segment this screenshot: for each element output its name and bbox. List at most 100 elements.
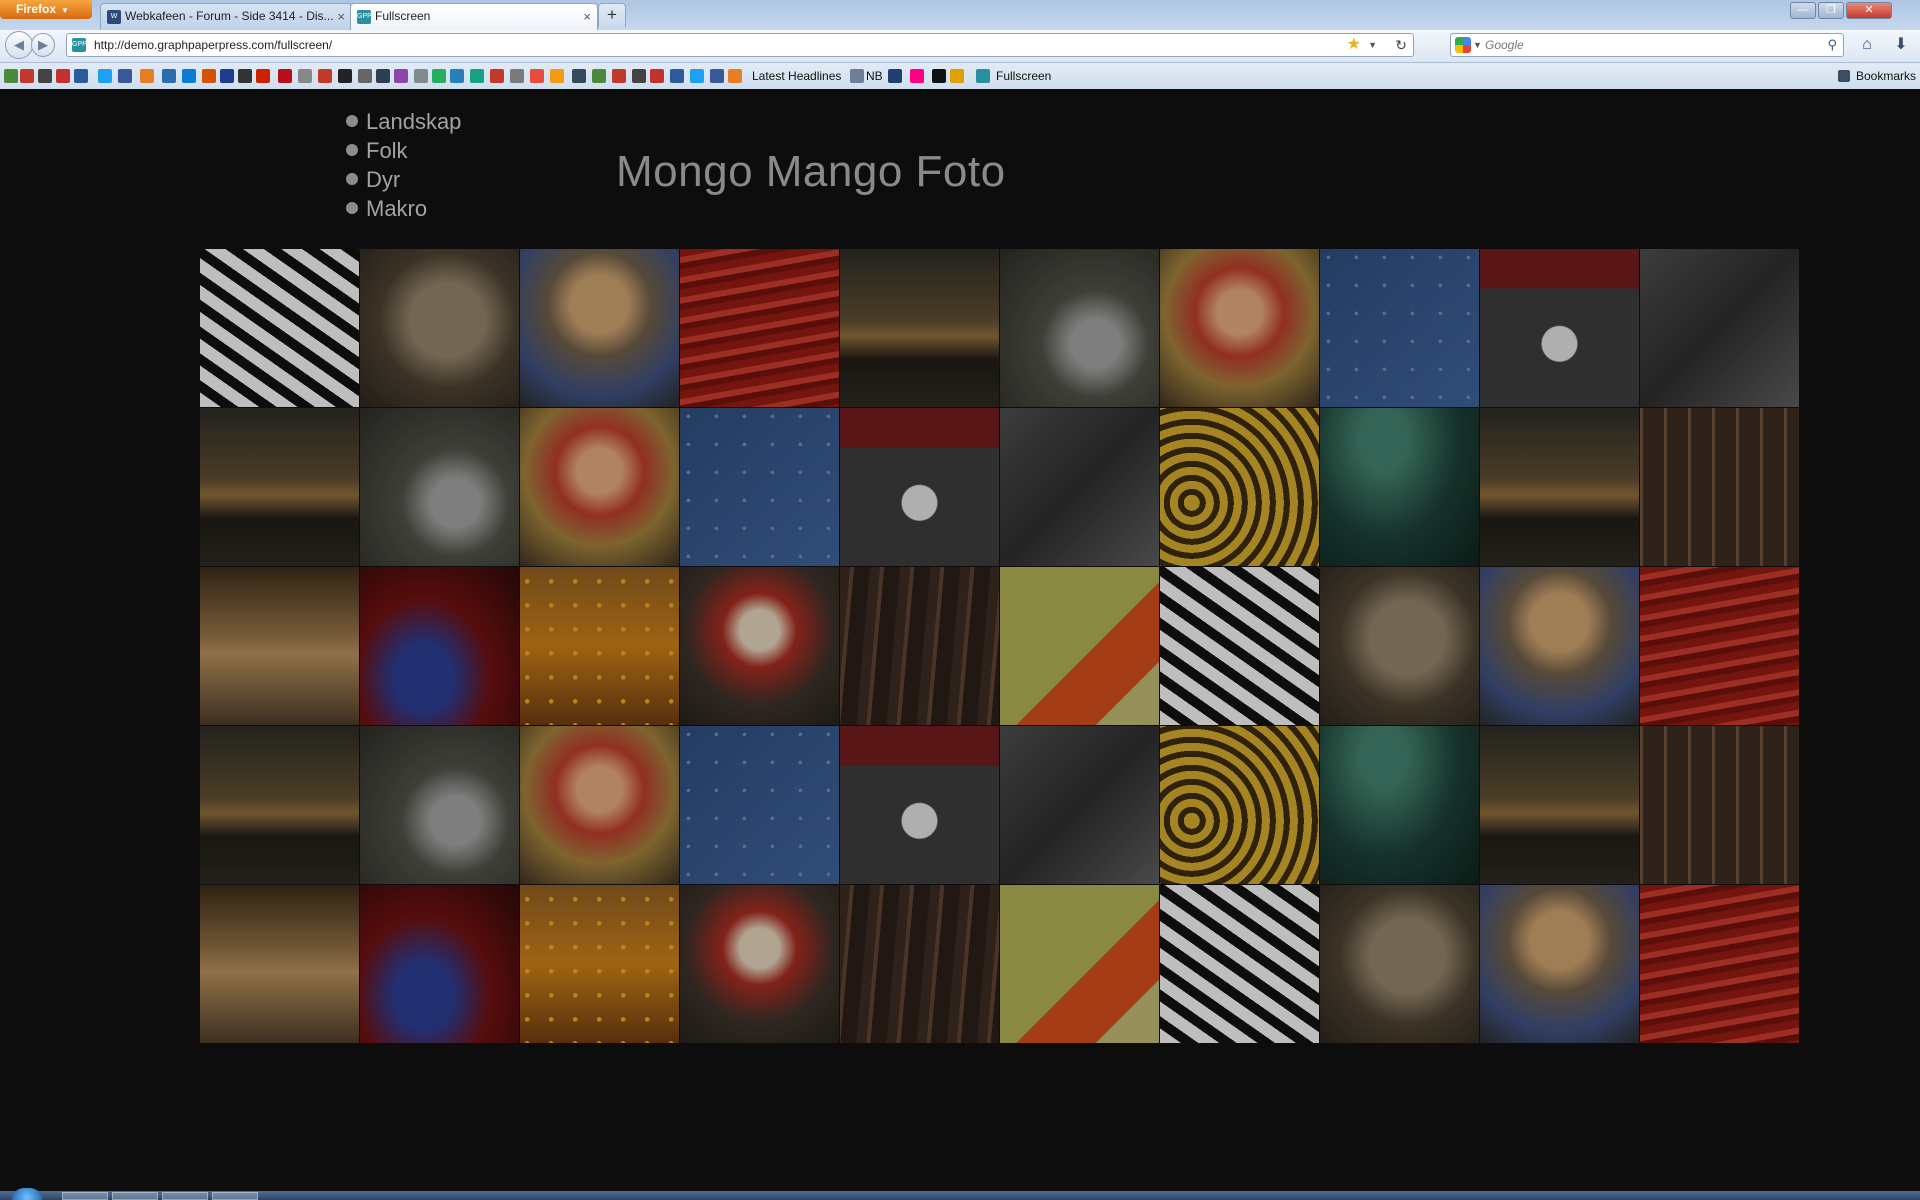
gallery-tile-zebra[interactable]	[200, 249, 359, 407]
gallery-tile-zebra[interactable]	[1160, 885, 1319, 1043]
gallery-tile-three-men[interactable]	[1640, 408, 1799, 566]
gallery-tile-boy-slingshot[interactable]	[360, 726, 519, 884]
bookmark-favicon-icon[interactable]	[338, 69, 352, 83]
home-icon[interactable]: ⌂	[1852, 33, 1882, 57]
gallery-tile-red-blur[interactable]	[360, 567, 519, 725]
gallery-tile-zebra[interactable]	[1160, 567, 1319, 725]
gallery-tile-doll[interactable]	[520, 408, 679, 566]
gallery-tile-red-wall[interactable]	[680, 249, 839, 407]
start-button-icon[interactable]	[12, 1188, 42, 1200]
bookmark-favicon-icon[interactable]	[256, 69, 270, 83]
tab-fullscreen[interactable]: GPP Fullscreen ×	[350, 3, 598, 30]
taskbar-button[interactable]	[162, 1192, 208, 1200]
gallery-tile-boy-slingshot[interactable]	[1000, 249, 1159, 407]
bookmark-favicon-icon[interactable]	[38, 69, 52, 83]
gallery-tile-green-tiles[interactable]	[1000, 567, 1159, 725]
bookmark-favicon-icon[interactable]	[278, 69, 292, 83]
gallery-tile-green-tiles[interactable]	[1000, 885, 1159, 1043]
bookmark-favicon-icon[interactable]	[182, 69, 196, 83]
gallery-tile-graffiti-child[interactable]	[840, 408, 999, 566]
gallery-tile-doll[interactable]	[1160, 249, 1319, 407]
reload-icon[interactable]: ↻	[1395, 34, 1407, 56]
bookmark-favicon-icon[interactable]	[4, 69, 18, 83]
gallery-tile-grand-central[interactable]	[200, 567, 359, 725]
bookmark-favicon-icon[interactable]	[20, 69, 34, 83]
gallery-tile-bike-forest[interactable]	[840, 885, 999, 1043]
gallery-tile-red-wall[interactable]	[1640, 567, 1799, 725]
gallery-tile-old-man[interactable]	[1320, 885, 1479, 1043]
gallery-tile-old-man[interactable]	[1320, 567, 1479, 725]
download-icon[interactable]: ⬇	[1886, 33, 1916, 57]
search-magnifier-icon[interactable]: ⚲	[1827, 34, 1837, 56]
gallery-tile-old-man[interactable]	[360, 249, 519, 407]
gallery-tile-three-men[interactable]	[1640, 726, 1799, 884]
gallery-tile-red-blur[interactable]	[360, 885, 519, 1043]
gallery-tile-american-flag[interactable]	[1000, 726, 1159, 884]
minimize-window-button[interactable]: —	[1790, 2, 1816, 19]
gallery-tile-red-wall[interactable]	[1640, 885, 1799, 1043]
gallery-tile-grand-central[interactable]	[200, 885, 359, 1043]
bookmark-favicon-icon[interactable]	[140, 69, 154, 83]
bookmark-favicon-icon[interactable]	[690, 69, 704, 83]
bookmark-favicon-icon[interactable]	[530, 69, 544, 83]
address-bar[interactable]: GPP http://demo.graphpaperpress.com/full…	[66, 33, 1414, 57]
taskbar-button[interactable]	[212, 1192, 258, 1200]
bookmark-favicon-icon[interactable]	[612, 69, 626, 83]
bookmark-favicon-icon[interactable]	[220, 69, 234, 83]
gallery-tile-doll[interactable]	[520, 726, 679, 884]
gallery-tile-bmx-sunset[interactable]	[200, 726, 359, 884]
bookmark-favicon-icon[interactable]	[550, 69, 564, 83]
gallery-tile-bmx-sunset[interactable]	[1480, 408, 1639, 566]
bookmark-favicon-icon[interactable]	[318, 69, 332, 83]
bookmark-favicon-icon[interactable]	[162, 69, 176, 83]
bookmark-favicon-icon[interactable]	[910, 69, 924, 83]
bookmark-favicon-icon[interactable]	[932, 69, 946, 83]
gallery-tile-green-wall[interactable]	[1320, 726, 1479, 884]
taskbar-button[interactable]	[112, 1192, 158, 1200]
bookmark-favicon-icon[interactable]	[592, 69, 606, 83]
bookmark-favicon-icon[interactable]	[728, 69, 742, 83]
close-tab-icon[interactable]: ×	[337, 4, 345, 29]
new-tab-button[interactable]: +	[598, 3, 626, 27]
gallery-tile-graffiti-child[interactable]	[1480, 249, 1639, 407]
bookmark-favicon-icon[interactable]	[650, 69, 664, 83]
gallery-tile-yellow-pattern[interactable]	[1160, 726, 1319, 884]
gallery-tile-american-flag[interactable]	[1000, 408, 1159, 566]
nav-item-dyr[interactable]: Dyr	[346, 165, 461, 194]
bookmark-favicon-icon[interactable]	[298, 69, 312, 83]
bookmark-favicon-icon[interactable]	[632, 69, 646, 83]
maximize-window-button[interactable]: ❐	[1818, 2, 1844, 19]
gallery-tile-blue-pattern[interactable]	[680, 408, 839, 566]
nav-item-makro[interactable]: Makro	[346, 194, 461, 223]
search-engine-dropdown-icon[interactable]: ▼	[1473, 34, 1482, 56]
bookmark-nb[interactable]: NB	[866, 63, 883, 89]
bookmark-latest-headlines[interactable]: Latest Headlines	[752, 63, 841, 89]
tab-webkafeen[interactable]: W Webkafeen - Forum - Side 3414 - Dis...…	[100, 3, 352, 30]
gallery-tile-bmx-sunset[interactable]	[840, 249, 999, 407]
gallery-tile-bike-forest[interactable]	[840, 567, 999, 725]
gallery-tile-green-wall[interactable]	[1320, 408, 1479, 566]
bookmark-favicon-icon[interactable]	[510, 69, 524, 83]
bookmark-favicon-icon[interactable]	[950, 69, 964, 83]
site-identity-icon[interactable]: GPP	[72, 38, 87, 52]
gallery-tile-fruit-market[interactable]	[520, 567, 679, 725]
close-window-button[interactable]: ✕	[1846, 2, 1892, 19]
gallery-tile-santa[interactable]	[680, 885, 839, 1043]
close-tab-icon[interactable]: ×	[583, 4, 591, 29]
gallery-tile-blue-pattern[interactable]	[680, 726, 839, 884]
bookmark-favicon-icon[interactable]	[432, 69, 446, 83]
bookmark-favicon-icon[interactable]	[56, 69, 70, 83]
gallery-tile-fruit-market[interactable]	[520, 885, 679, 1043]
bookmark-favicon-icon[interactable]	[98, 69, 112, 83]
search-bar[interactable]: ▼ Google ⚲	[1450, 33, 1844, 57]
gallery-tile-bmx-sunset[interactable]	[200, 408, 359, 566]
gallery-tile-bmx-sunset[interactable]	[1480, 726, 1639, 884]
search-input[interactable]: Google	[1485, 34, 1524, 56]
bookmark-favicon-icon[interactable]	[358, 69, 372, 83]
bookmark-fullscreen[interactable]: Fullscreen	[996, 63, 1051, 89]
nav-item-folk[interactable]: Folk	[346, 136, 461, 165]
gallery-tile-blond-boy[interactable]	[520, 249, 679, 407]
bookmark-favicon-icon[interactable]	[976, 69, 990, 83]
gallery-tile-blond-boy[interactable]	[1480, 885, 1639, 1043]
bookmark-favicon-icon[interactable]	[850, 69, 864, 83]
